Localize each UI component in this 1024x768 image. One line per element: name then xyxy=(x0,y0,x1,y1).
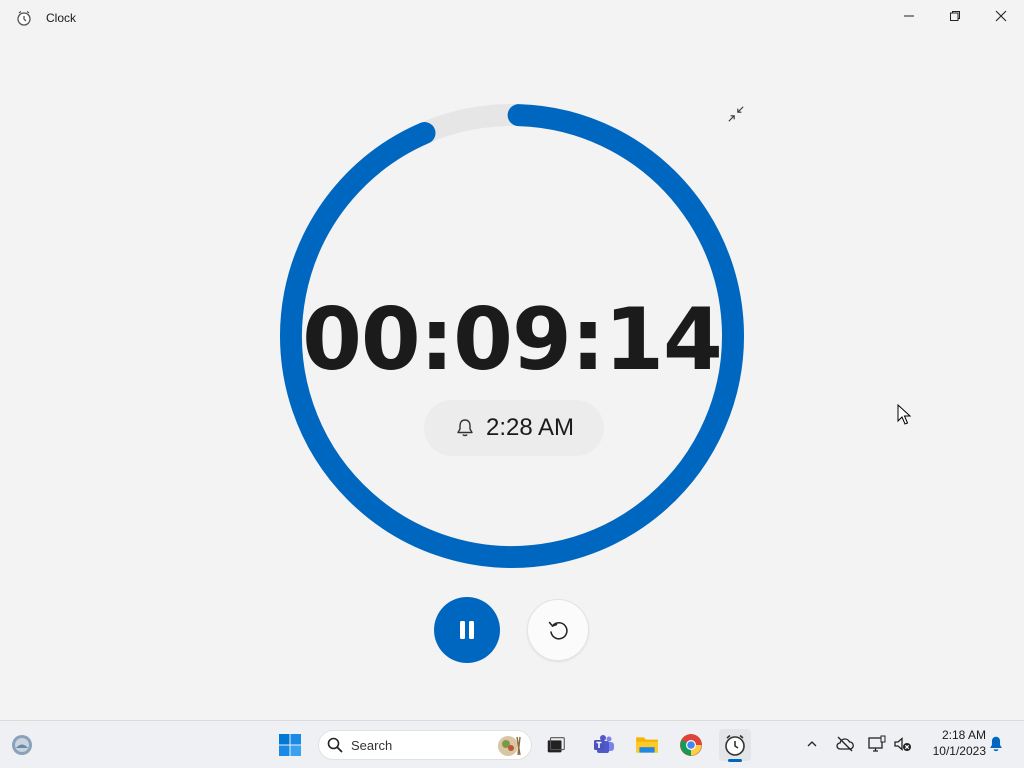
widgets-button[interactable] xyxy=(6,729,38,761)
search-icon xyxy=(327,737,343,753)
chrome-icon xyxy=(680,734,702,756)
tray-cloud-button[interactable] xyxy=(835,734,855,754)
timer-time: 00:09:14 xyxy=(302,290,723,390)
file-explorer-button[interactable] xyxy=(631,729,663,761)
alarm-time-label: 2:28 AM xyxy=(485,414,575,441)
teams-button[interactable] xyxy=(588,729,620,761)
window-title: Clock xyxy=(46,11,77,25)
close-button[interactable] xyxy=(978,0,1024,32)
notification-bell-icon xyxy=(990,736,1002,752)
active-app-indicator xyxy=(728,759,742,762)
show-hidden-icons-button[interactable] xyxy=(802,734,822,754)
pause-icon xyxy=(460,621,474,639)
taskbar-time: 2:18 AM xyxy=(941,728,986,742)
minimize-button[interactable] xyxy=(886,0,932,32)
network-icon xyxy=(868,735,886,752)
taskbar-date: 10/1/2023 xyxy=(932,744,986,758)
restore-button[interactable] xyxy=(932,0,978,32)
taskbar-search[interactable]: Search xyxy=(318,730,532,760)
cloud-offline-icon xyxy=(836,736,854,752)
widgets-icon xyxy=(12,735,32,755)
tray-volume-button[interactable] xyxy=(893,734,913,754)
search-highlight-icon xyxy=(498,736,521,756)
restore-icon xyxy=(950,11,960,21)
mouse-cursor-icon xyxy=(897,404,911,425)
chevron-up-icon xyxy=(807,741,817,747)
clock-app-icon xyxy=(725,734,745,756)
bell-icon xyxy=(457,419,473,437)
tray-network-button[interactable] xyxy=(867,734,887,754)
reset-button[interactable] xyxy=(527,599,589,661)
notification-center-button[interactable] xyxy=(986,734,1006,754)
chrome-button[interactable] xyxy=(675,729,707,761)
search-label: Search xyxy=(351,737,393,753)
taskbar-clock[interactable]: 2:18 AM 10/1/2023 xyxy=(918,727,986,759)
start-icon xyxy=(279,734,301,756)
start-button[interactable] xyxy=(274,729,306,761)
alarm-end-time: 2:28 AM xyxy=(424,400,604,456)
task-view-icon xyxy=(547,737,565,753)
pause-button[interactable] xyxy=(434,597,500,663)
clock-taskbar-button[interactable] xyxy=(719,729,751,761)
teams-icon xyxy=(594,735,614,753)
file-explorer-icon xyxy=(636,737,658,753)
volume-muted-icon xyxy=(894,737,911,751)
clock-app-icon xyxy=(16,10,32,26)
title-bar: Clock xyxy=(0,0,1024,36)
reset-icon xyxy=(548,621,568,640)
close-icon xyxy=(995,10,1007,22)
minimize-icon xyxy=(904,15,914,17)
task-view-button[interactable] xyxy=(540,729,572,761)
